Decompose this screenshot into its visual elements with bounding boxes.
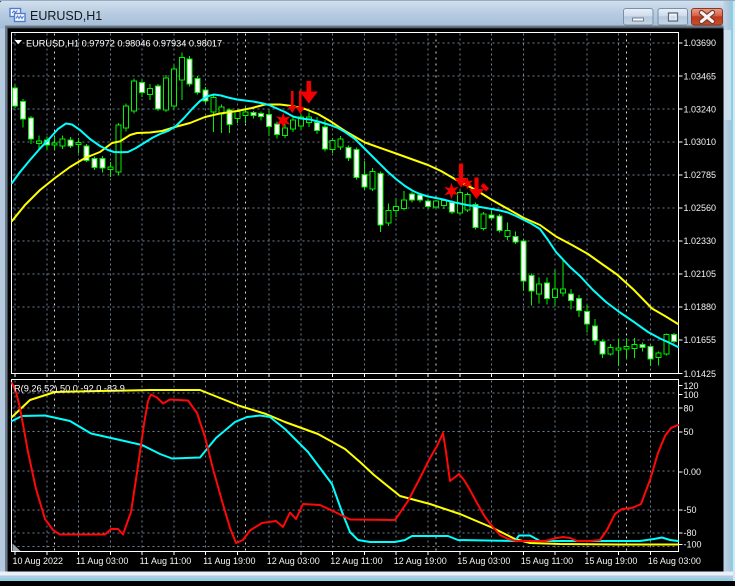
svg-text:-80: -80 (684, 528, 697, 538)
svg-text:1.03690: 1.03690 (684, 38, 717, 48)
svg-text:80: 80 (684, 403, 694, 413)
svg-text:1.01880: 1.01880 (684, 302, 717, 312)
svg-text:11 Aug 11:00: 11 Aug 11:00 (140, 556, 192, 566)
svg-text:15 Aug 19:00: 15 Aug 19:00 (584, 556, 637, 566)
svg-text:1.03240: 1.03240 (684, 104, 717, 114)
svg-text:15 Aug 03:00: 15 Aug 03:00 (457, 556, 510, 566)
svg-text:1.02785: 1.02785 (684, 170, 717, 180)
svg-text:11 Aug 03:00: 11 Aug 03:00 (76, 556, 128, 566)
svg-text:-50: -50 (684, 505, 697, 515)
svg-text:-100: -100 (684, 540, 702, 550)
svg-text:1.02105: 1.02105 (684, 269, 717, 279)
svg-text:1.01425: 1.01425 (684, 369, 717, 379)
svg-text:10 Aug 2022: 10 Aug 2022 (13, 556, 64, 566)
svg-text:100: 100 (684, 390, 699, 400)
svg-text:50: 50 (684, 427, 694, 437)
svg-text:12 Aug 03:00: 12 Aug 03:00 (267, 556, 320, 566)
svg-text:11 Aug 19:00: 11 Aug 19:00 (203, 556, 255, 566)
svg-text:0.00: 0.00 (684, 467, 702, 477)
svg-text:15 Aug 11:00: 15 Aug 11:00 (521, 556, 573, 566)
svg-text:16 Aug 03:00: 16 Aug 03:00 (648, 556, 701, 566)
svg-text:1.01655: 1.01655 (684, 335, 717, 345)
svg-text:EURUSD,H1 0.97972 0.98046 0.9: EURUSD,H1 0.97972 0.98046 0.97934 0.9801… (26, 39, 222, 49)
svg-text:1.03010: 1.03010 (684, 137, 717, 147)
svg-text:EURUSD,H1: EURUSD,H1 (30, 9, 102, 23)
svg-text:1.03465: 1.03465 (684, 71, 717, 81)
svg-text:1.02560: 1.02560 (684, 203, 717, 213)
svg-text:1.02330: 1.02330 (684, 236, 717, 246)
svg-text:12 Aug 19:00: 12 Aug 19:00 (394, 556, 447, 566)
svg-text:R(9,26,52) 50.0 -92.0 -83.9: R(9,26,52) 50.0 -92.0 -83.9 (14, 384, 125, 394)
svg-text:12 Aug 11:00: 12 Aug 11:00 (330, 556, 382, 566)
